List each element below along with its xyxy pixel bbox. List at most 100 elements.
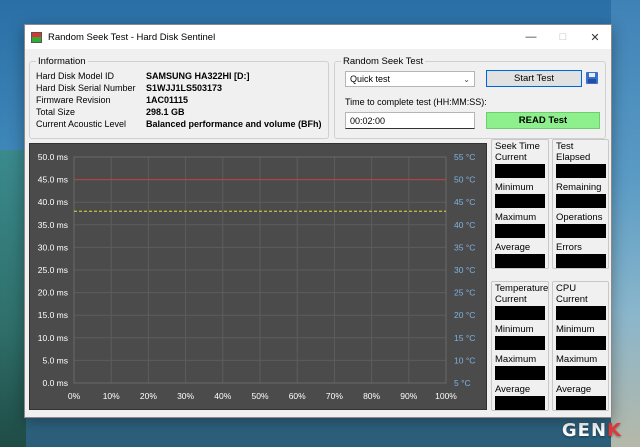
- stat-label: Operations: [556, 212, 603, 223]
- info-key: Hard Disk Serial Number: [36, 83, 136, 93]
- read-test-button[interactable]: READ Test: [486, 112, 600, 129]
- info-value: Balanced performance and volume (BFh): [146, 119, 322, 129]
- y-tick-left: 50.0 ms: [38, 152, 68, 162]
- seek-current-value: [495, 164, 545, 178]
- temp-average-value: [495, 396, 545, 410]
- info-value: S1WJJ1LS503173: [146, 83, 223, 93]
- temp-minimum-value: [495, 336, 545, 350]
- time-input[interactable]: 00:02:00: [345, 112, 475, 129]
- y-tick-left: 40.0 ms: [38, 197, 68, 207]
- maximize-button[interactable]: □: [547, 25, 579, 49]
- title-bar: Random Seek Test - Hard Disk Sentinel — …: [25, 25, 611, 49]
- random-seek-label: Random Seek Test: [341, 56, 426, 67]
- info-row-firmware: Firmware Revision 1AC01115: [36, 95, 326, 105]
- test-mode-select[interactable]: Quick test ⌄: [345, 71, 475, 87]
- x-tick: 10%: [103, 391, 120, 401]
- seek-time-title: Seek Time: [495, 141, 540, 152]
- y-tick-right: 5 °C: [454, 378, 471, 388]
- y-tick-right: 40 °C: [454, 220, 475, 230]
- x-tick: 70%: [326, 391, 343, 401]
- x-tick: 90%: [400, 391, 417, 401]
- cpu-group: CPU Current Minimum Maximum Average: [552, 281, 609, 411]
- test-mode-value: Quick test: [350, 74, 391, 84]
- stat-label: Remaining: [556, 182, 602, 193]
- stat-label: Maximum: [556, 354, 598, 365]
- stat-label: Maximum: [495, 212, 537, 223]
- x-tick: 20%: [140, 391, 157, 401]
- y-tick-right: 25 °C: [454, 288, 475, 298]
- y-tick-left: 10.0 ms: [38, 333, 68, 343]
- info-key: Hard Disk Model ID: [36, 71, 115, 81]
- chevron-down-icon: ⌄: [463, 75, 470, 84]
- wallpaper-right: [611, 0, 640, 447]
- stat-label: Average: [495, 242, 531, 253]
- test-errors-value: [556, 254, 606, 268]
- stat-label: Maximum: [495, 354, 537, 365]
- cpu-title: CPU: [556, 283, 577, 294]
- stat-label: Errors: [556, 242, 582, 253]
- cpu-average-value: [556, 396, 606, 410]
- x-tick: 80%: [363, 391, 380, 401]
- test-elapsed-value: [556, 164, 606, 178]
- x-tick: 30%: [177, 391, 194, 401]
- test-operations-value: [556, 224, 606, 238]
- seek-maximum-value: [495, 224, 545, 238]
- y-tick-left: 5.0 ms: [42, 355, 68, 365]
- info-key: Total Size: [36, 107, 76, 117]
- cpu-minimum-value: [556, 336, 606, 350]
- seek-time-group: Seek Time Current Minimum Maximum Averag…: [491, 139, 549, 269]
- start-test-button[interactable]: Start Test: [486, 70, 582, 87]
- y-tick-left: 45.0 ms: [38, 175, 68, 185]
- info-row-size: Total Size 298.1 GB: [36, 107, 326, 117]
- test-title: Test: [556, 141, 574, 152]
- information-group: Information Hard Disk Model ID SAMSUNG H…: [29, 56, 329, 139]
- y-tick-right: 10 °C: [454, 355, 475, 365]
- stat-label: Current: [495, 294, 527, 305]
- random-seek-group: Random Seek Test Quick test ⌄ Start Test…: [334, 56, 606, 139]
- y-tick-left: 15.0 ms: [38, 310, 68, 320]
- wallpaper-left: [0, 150, 26, 447]
- y-tick-right: 15 °C: [454, 333, 475, 343]
- genk-watermark: GENK: [561, 420, 622, 441]
- stat-label: Minimum: [556, 324, 595, 335]
- temperature-title: Temperature: [495, 283, 549, 294]
- time-value: 00:02:00: [350, 115, 386, 126]
- y-tick-left: 25.0 ms: [38, 265, 68, 275]
- stat-label: Elapsed: [556, 152, 591, 163]
- temperature-group: Temperature Current Minimum Maximum Aver…: [491, 281, 549, 411]
- x-tick: 50%: [251, 391, 268, 401]
- close-button[interactable]: ✕: [579, 25, 611, 49]
- info-row-serial: Hard Disk Serial Number S1WJJ1LS503173: [36, 83, 326, 93]
- seek-average-value: [495, 254, 545, 268]
- x-tick: 0%: [68, 391, 81, 401]
- info-key: Current Acoustic Level: [36, 119, 127, 129]
- chart-svg: 0.0 ms 5 °C 5.0 ms 10 °C 10.0 ms 15 °C 15.0 ms…: [38, 152, 476, 401]
- test-remaining-value: [556, 194, 606, 208]
- y-tick-right: 45 °C: [454, 197, 475, 207]
- info-value: 1AC01115: [146, 95, 189, 105]
- stat-label: Minimum: [495, 324, 534, 335]
- y-tick-left: 30.0 ms: [38, 242, 68, 252]
- test-group: Test Elapsed Remaining Operations Errors: [552, 139, 609, 269]
- start-test-label: Start Test: [514, 73, 554, 84]
- save-icon[interactable]: [586, 72, 598, 84]
- stat-label: Average: [495, 384, 531, 395]
- info-value: 298.1 GB: [146, 107, 185, 117]
- y-tick-right: 20 °C: [454, 310, 475, 320]
- x-tick: 100%: [435, 391, 457, 401]
- info-key: Firmware Revision: [36, 95, 111, 105]
- window-title: Random Seek Test - Hard Disk Sentinel: [48, 31, 216, 43]
- info-row-model: Hard Disk Model ID SAMSUNG HA322HI [D:]: [36, 71, 326, 81]
- y-tick-right: 35 °C: [454, 242, 475, 252]
- minimize-button[interactable]: —: [515, 25, 547, 49]
- y-tick-left: 20.0 ms: [38, 288, 68, 298]
- stat-label: Current: [495, 152, 527, 163]
- temp-maximum-value: [495, 366, 545, 380]
- y-tick-right: 30 °C: [454, 265, 475, 275]
- time-label: Time to complete test (HH:MM:SS):: [345, 97, 487, 107]
- y-tick-right: 55 °C: [454, 152, 475, 162]
- cpu-maximum-value: [556, 366, 606, 380]
- app-icon: [31, 31, 42, 43]
- x-tick: 40%: [214, 391, 231, 401]
- y-tick-left: 35.0 ms: [38, 220, 68, 230]
